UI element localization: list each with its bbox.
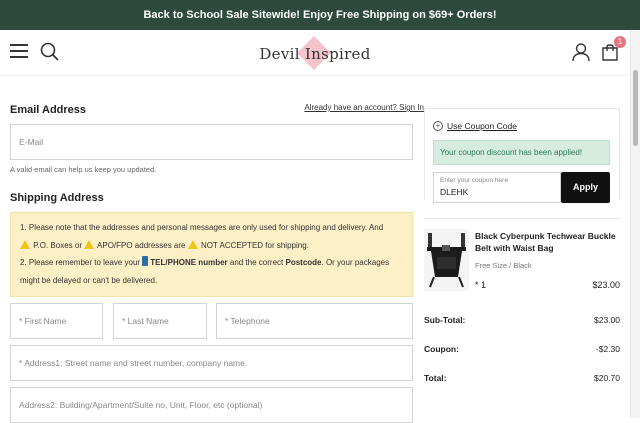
plus-circle-icon: +: [433, 121, 443, 131]
coupon-value: -$2.30: [595, 344, 620, 354]
notice-line-4: might be delayed or can't be delivered.: [20, 275, 158, 285]
total-value: $20.70: [594, 373, 620, 383]
shipping-section-title: Shipping Address: [10, 192, 104, 204]
phone-icon: [142, 256, 149, 266]
warning-icon: [84, 239, 95, 249]
telephone-input[interactable]: * Telephone: [216, 303, 413, 339]
total-label: Total:: [424, 373, 447, 383]
product-thumbnail[interactable]: [424, 229, 469, 291]
notice-postcode-emphasis: Postcode: [285, 258, 322, 267]
notice-packages: . Or your packages: [321, 258, 390, 267]
product-image: [424, 229, 469, 291]
notice-line-3: 2. Please remember to leave your TEL/PHO…: [20, 254, 403, 272]
scrollbar-thumb[interactable]: [633, 70, 638, 146]
notice-po-boxes: P.O. Boxes or: [33, 240, 82, 250]
site-header: Devil Inspired: [0, 30, 630, 76]
account-icon[interactable]: [571, 42, 591, 62]
email-section-title: Email Address: [10, 104, 87, 116]
site-logo[interactable]: Devil Inspired: [255, 36, 375, 70]
use-coupon-label: Use Coupon Code: [447, 121, 517, 131]
product-price: $23.00: [592, 280, 620, 290]
coupon-input-value: DLEHK: [440, 187, 469, 197]
first-name-input[interactable]: * First Name: [10, 303, 103, 339]
notice-correct: and the correct: [229, 258, 284, 267]
subtotal-value: $23.00: [594, 315, 620, 325]
last-name-placeholder: * Last Name: [122, 316, 169, 326]
email-hint: A valid email can help us keep you updat…: [10, 165, 157, 174]
last-name-input[interactable]: * Last Name: [113, 303, 207, 339]
warning-icon: [20, 239, 30, 249]
sign-in-link[interactable]: Already have an account? Sign In: [304, 103, 424, 112]
coupon-success-message: Your coupon discount has been applied!: [433, 140, 610, 165]
coupon-input-placeholder: Enter your coupon here: [440, 177, 508, 184]
coupon-label: Coupon:: [424, 344, 459, 354]
use-coupon-link[interactable]: + Use Coupon Code: [433, 121, 517, 131]
first-name-placeholder: * First Name: [19, 316, 67, 326]
coupon-code-input[interactable]: Enter your coupon here DLEHK: [433, 172, 561, 203]
promo-banner: Back to School Sale Sitewide! Enjoy Free…: [0, 0, 640, 30]
address1-placeholder: * Address1: Street name and street numbe…: [19, 358, 248, 368]
menu-icon[interactable]: [10, 44, 28, 58]
apply-coupon-button[interactable]: Apply: [561, 172, 610, 203]
shipping-notice: 1. Please note that the addresses and pe…: [10, 212, 413, 297]
notice-phone-emphasis: TEL/PHONE number: [150, 258, 228, 267]
cart-count-badge: 1: [614, 36, 626, 48]
notice-not-accepted: NOT ACCEPTED for shipping.: [200, 240, 309, 250]
logo-text: Devil Inspired: [259, 45, 371, 63]
search-icon[interactable]: [40, 42, 60, 62]
product-quantity: * 1: [475, 280, 487, 290]
notice-apo-fpo: APO/FPO addresses are: [97, 240, 186, 250]
subtotal-label: Sub-Total:: [424, 315, 466, 325]
email-input[interactable]: E-Mail: [10, 124, 413, 160]
address2-placeholder: Address2: Building/Apartment/Suite no, U…: [19, 400, 263, 410]
address1-input[interactable]: * Address1: Street name and street numbe…: [10, 345, 413, 381]
product-variant: Free Size / Black: [475, 261, 532, 270]
warning-icon: [187, 239, 198, 249]
email-placeholder: E-Mail: [19, 137, 44, 147]
notice-remember: 2. Please remember to leave your: [20, 258, 141, 267]
telephone-placeholder: * Telephone: [225, 316, 270, 326]
notice-line-1: 1. Please note that the addresses and pe…: [20, 223, 384, 232]
product-name[interactable]: Black Cyberpunk Techwear Buckle Belt wit…: [475, 230, 620, 254]
page-scrollbar[interactable]: [630, 30, 640, 418]
notice-line-2: P.O. Boxes or APO/FPO addresses are NOT …: [20, 237, 403, 255]
